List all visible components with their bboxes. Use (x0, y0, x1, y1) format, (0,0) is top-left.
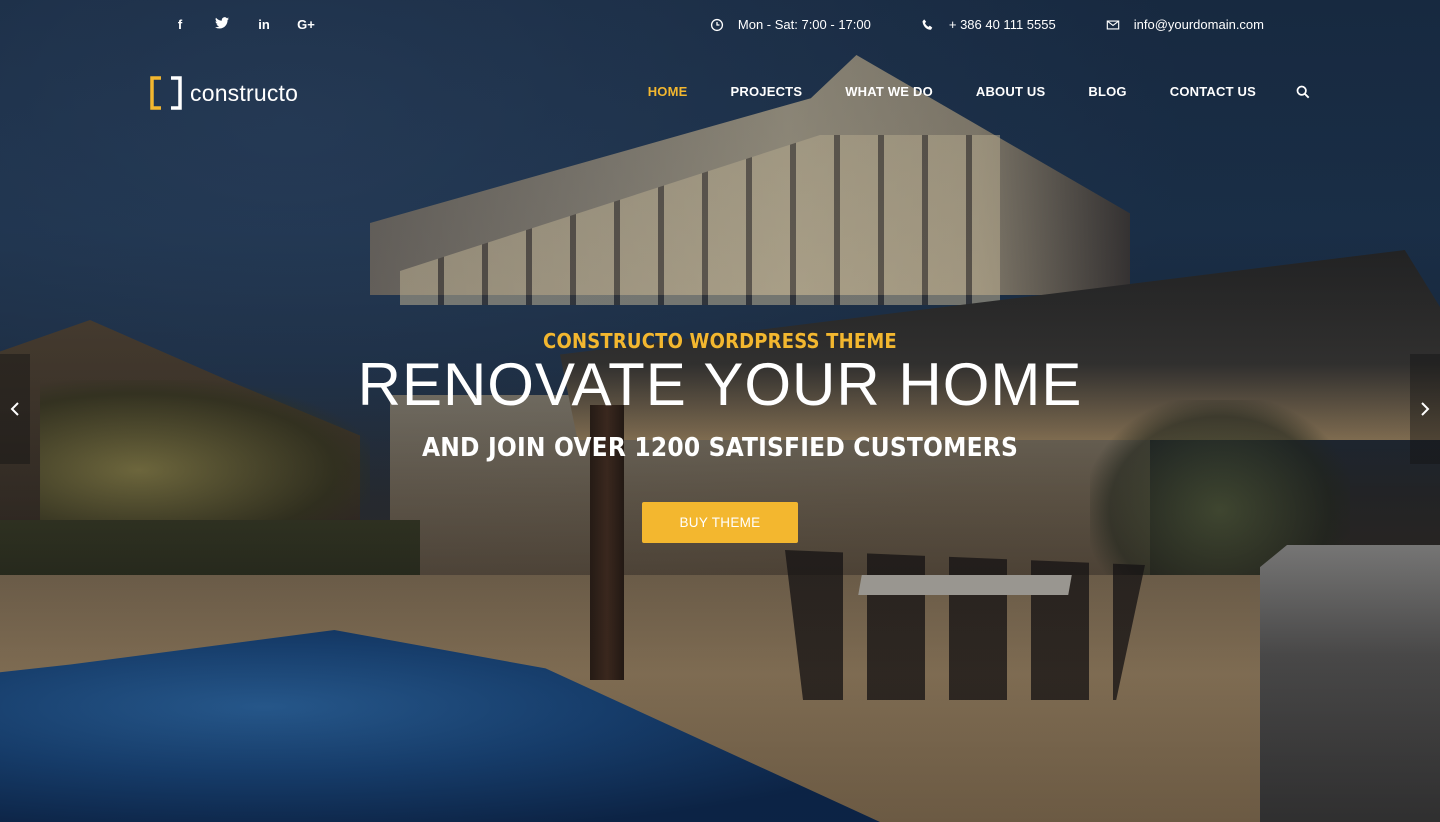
nav-home[interactable]: HOME (648, 84, 688, 99)
nav-projects[interactable]: PROJECTS (731, 84, 803, 99)
search-icon[interactable] (1296, 85, 1310, 99)
envelope-icon (1106, 19, 1119, 30)
logo-text: constructo (190, 79, 299, 106)
nav-contact-us[interactable]: CONTACT US (1170, 84, 1256, 99)
bracket-logo-icon (150, 76, 182, 110)
site-logo[interactable]: constructo (150, 76, 298, 110)
google-plus-icon[interactable]: G+ (296, 17, 316, 32)
nav-blog[interactable]: BLOG (1088, 84, 1126, 99)
hero-subline: AND JOIN OVER 1200 SATISFIED CUSTOMERS (421, 433, 1019, 463)
hero-headline: RENOVATE YOUR HOME (357, 351, 1083, 418)
phone-icon (922, 18, 933, 30)
contact-info: Mon - Sat: 7:00 - 17:00 + 386 40 111 555… (710, 17, 1264, 32)
opening-hours: Mon - Sat: 7:00 - 17:00 (710, 17, 871, 32)
top-bar: f in G+ Mon - Sat: 7:00 - 17:00 + 386 40… (0, 0, 1440, 52)
email-text: info@yourdomain.com (1133, 17, 1264, 32)
main-navigation: HOME PROJECTS WHAT WE DO ABOUT US BLOG C… (648, 84, 1310, 99)
clock-icon (710, 18, 723, 31)
linkedin-icon[interactable]: in (254, 17, 274, 32)
facebook-icon[interactable]: f (170, 17, 190, 32)
nav-about-us[interactable]: ABOUT US (976, 84, 1046, 99)
buy-theme-button[interactable]: BUY THEME (642, 502, 798, 543)
nav-what-we-do[interactable]: WHAT WE DO (845, 84, 933, 99)
social-links: f in G+ (170, 17, 316, 32)
hours-text: Mon - Sat: 7:00 - 17:00 (737, 17, 871, 32)
twitter-icon[interactable] (212, 17, 232, 32)
twitter-bird-glyph (215, 17, 229, 29)
phone-text: + 386 40 111 5555 (948, 17, 1056, 32)
email-address[interactable]: info@yourdomain.com (1106, 17, 1264, 32)
phone-number[interactable]: + 386 40 111 5555 (921, 17, 1056, 32)
